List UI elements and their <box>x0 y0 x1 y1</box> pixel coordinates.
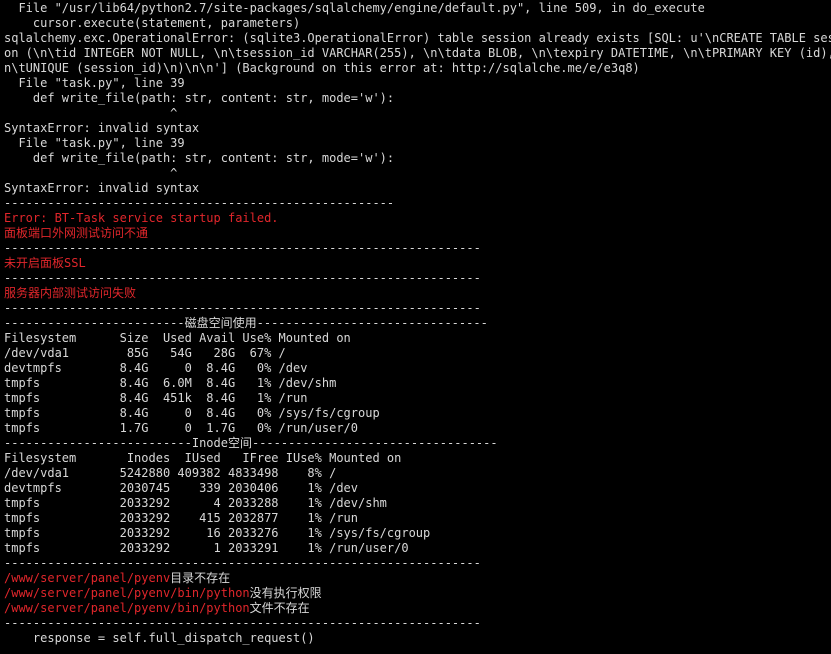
terminal-line: tmpfs 8.4G 0 8.4G 0% /sys/fs/cgroup <box>4 406 380 420</box>
terminal-line: ----------------------------------------… <box>4 301 481 315</box>
terminal-line: ^ <box>4 166 178 180</box>
terminal-line: File "task.py", line 39 <box>4 76 185 90</box>
terminal-line: /www/server/panel/pyenv/bin/python没有执行权限 <box>4 586 831 601</box>
terminal-line: /www/server/panel/pyenv目录不存在 <box>4 571 831 586</box>
terminal-line: /dev/vda1 85G 54G 28G 67% / <box>4 346 286 360</box>
terminal-line: def write_file(path: str, content: str, … <box>4 91 395 105</box>
terminal-line: cursor.execute(statement, parameters) <box>4 16 301 30</box>
terminal-line: tmpfs 8.4G 451k 8.4G 1% /run <box>4 391 308 405</box>
terminal-line: ----------------------------------------… <box>4 271 481 285</box>
terminal-line: SyntaxError: invalid syntax <box>4 181 200 195</box>
terminal-line: 未开启面板SSL <box>4 256 86 270</box>
error-path-text: /www/server/panel/pyenv/bin/python <box>4 586 250 600</box>
terminal-line: ----------------------------------------… <box>4 556 481 570</box>
terminal-line: File "/usr/lib64/python2.7/site-packages… <box>4 1 705 15</box>
terminal-line: tmpfs 2033292 4 2033288 1% /dev/shm <box>4 496 387 510</box>
terminal-line: devtmpfs 2030745 339 2030406 1% /dev <box>4 481 359 495</box>
terminal-window[interactable]: File "/usr/lib64/python2.7/site-packages… <box>0 0 831 654</box>
terminal-line: Filesystem Inodes IUsed IFree IUse% Moun… <box>4 451 402 465</box>
terminal-line: Error: BT-Task service startup failed. <box>4 211 279 225</box>
terminal-line: tmpfs 8.4G 6.0M 8.4G 1% /dev/shm <box>4 376 337 390</box>
terminal-line: tmpfs 2033292 16 2033276 1% /sys/fs/cgro… <box>4 526 431 540</box>
terminal-line: /www/server/panel/pyenv/bin/python文件不存在 <box>4 601 831 616</box>
terminal-line: tmpfs 2033292 415 2032877 1% /run <box>4 511 359 525</box>
terminal-line: 面板端口外网测试访问不通 <box>4 226 149 240</box>
terminal-line: File "task.py", line 39 <box>4 136 185 150</box>
message-text: 目录不存在 <box>170 571 231 585</box>
terminal-line: ----------------------------------------… <box>4 196 395 210</box>
terminal-line: Filesystem Size Used Avail Use% Mounted … <box>4 331 351 345</box>
terminal-line: n\tUNIQUE (session_id)\n)\n\n'] (Backgro… <box>4 61 640 75</box>
terminal-line: 服务器内部测试访问失败 <box>4 286 137 300</box>
terminal-output: File "/usr/lib64/python2.7/site-packages… <box>4 1 831 646</box>
terminal-line: on (\n\tid INTEGER NOT NULL, \n\tsession… <box>4 46 831 60</box>
error-path-text: /www/server/panel/pyenv/bin/python <box>4 601 250 615</box>
terminal-line: --------------------------Inode空间-------… <box>4 436 498 450</box>
terminal-line: response = self.full_dispatch_request() <box>4 631 315 645</box>
terminal-line: ^ <box>4 106 178 120</box>
terminal-line: -------------------------磁盘空间使用---------… <box>4 316 488 330</box>
error-path-text: /www/server/panel/pyenv <box>4 571 171 585</box>
terminal-line: ----------------------------------------… <box>4 616 481 630</box>
terminal-line: /dev/vda1 5242880 409382 4833498 8% / <box>4 466 337 480</box>
terminal-line: devtmpfs 8.4G 0 8.4G 0% /dev <box>4 361 308 375</box>
terminal-line: SyntaxError: invalid syntax <box>4 121 200 135</box>
terminal-line: def write_file(path: str, content: str, … <box>4 151 395 165</box>
terminal-line: sqlalchemy.exc.OperationalError: (sqlite… <box>4 31 831 45</box>
terminal-line: tmpfs 2033292 1 2033291 1% /run/user/0 <box>4 541 409 555</box>
terminal-line: tmpfs 1.7G 0 1.7G 0% /run/user/0 <box>4 421 359 435</box>
message-text: 没有执行权限 <box>249 586 322 600</box>
message-text: 文件不存在 <box>249 601 310 615</box>
terminal-line: ----------------------------------------… <box>4 241 481 255</box>
